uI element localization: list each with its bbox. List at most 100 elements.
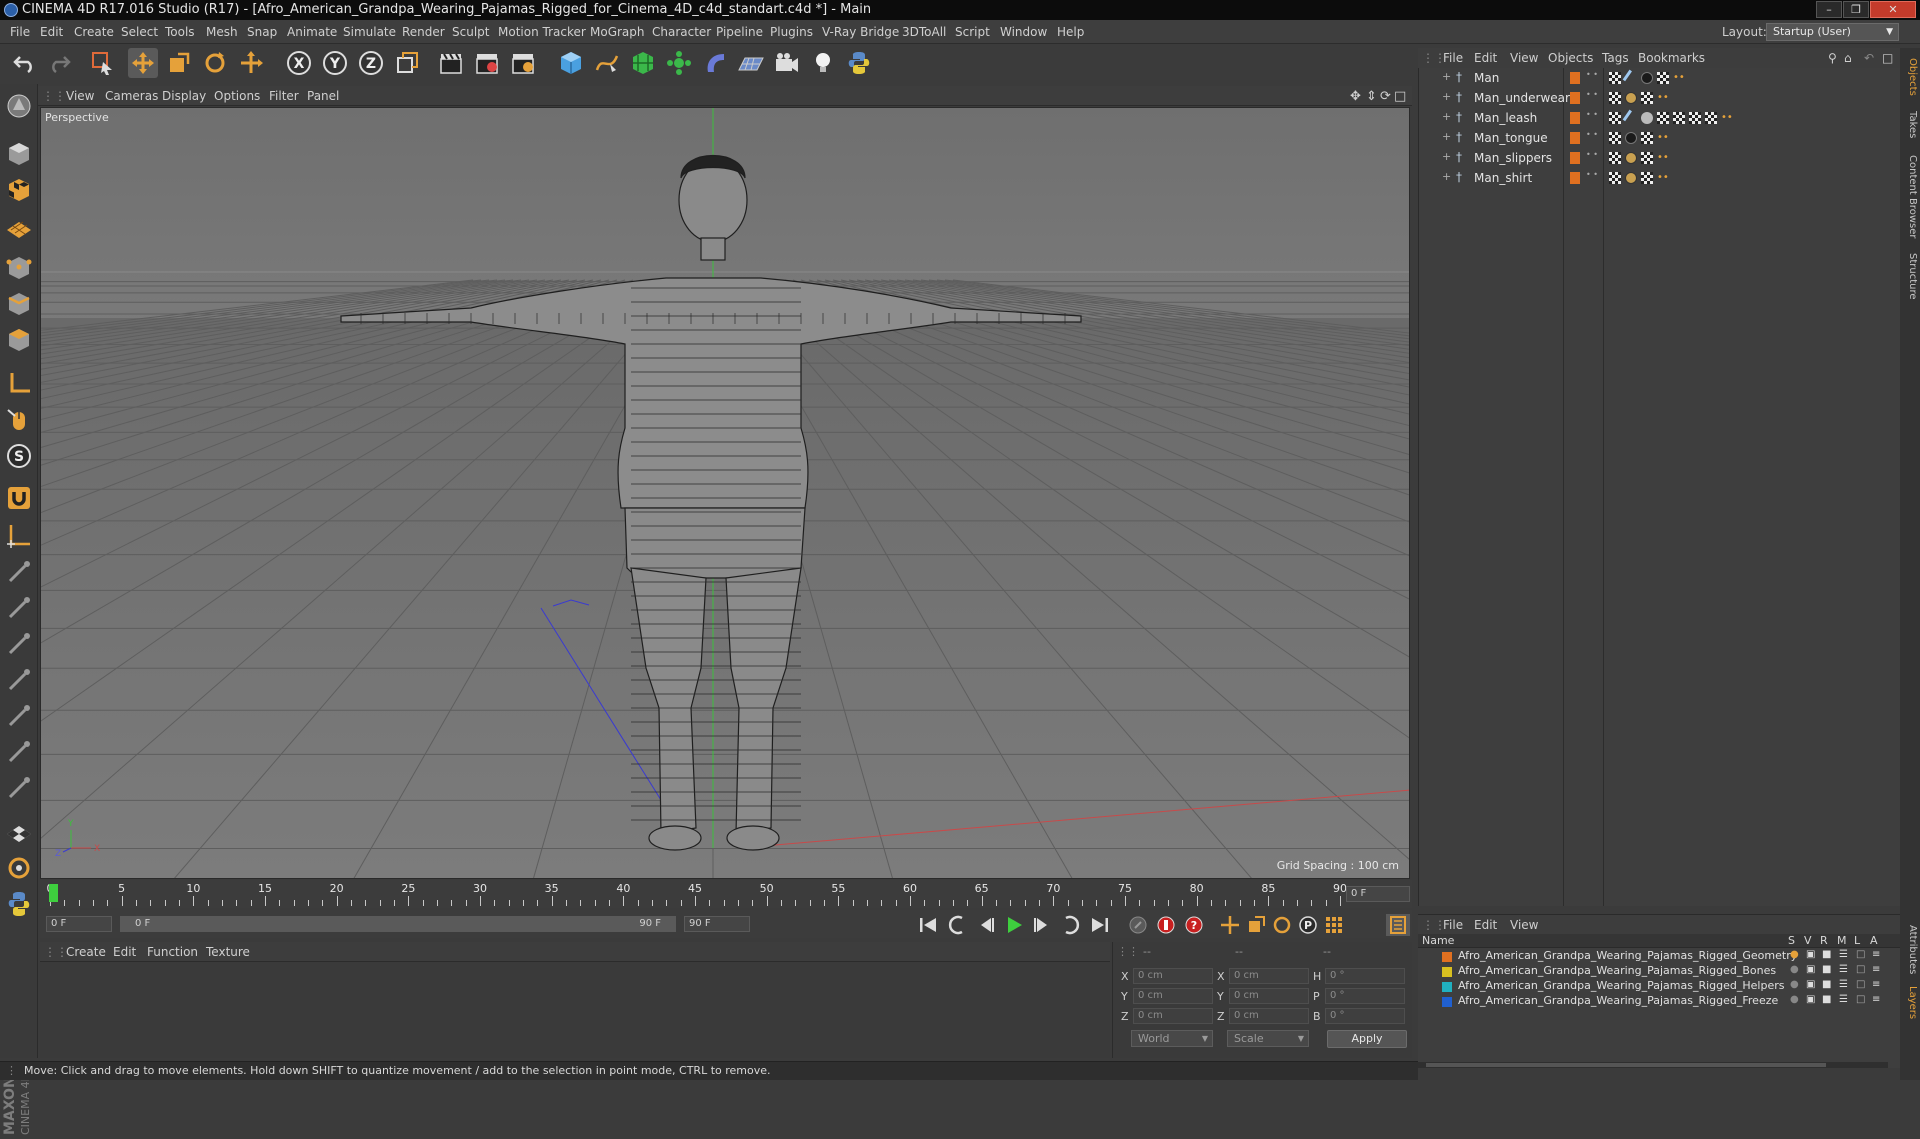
playhead-marker[interactable] (49, 884, 58, 902)
material-tag-icon[interactable] (1625, 172, 1637, 184)
menu-file[interactable]: File (10, 25, 30, 39)
tab-takes[interactable]: Takes (1902, 106, 1918, 144)
menu-edit[interactable]: Edit (40, 25, 63, 39)
animation-toggle-icon[interactable]: ≡ (1872, 949, 1880, 960)
viewport-menu-display[interactable]: Display (162, 89, 206, 103)
viewport-maximize-icon[interactable]: □ (1394, 89, 1406, 104)
expand-icon[interactable]: + (1442, 70, 1451, 83)
object-name[interactable]: Man_shirt (1474, 171, 1532, 185)
material-tag-icon[interactable] (1625, 132, 1637, 144)
brush-tool-6-button[interactable] (3, 736, 35, 768)
start-frame-field[interactable]: 0 F (46, 916, 112, 932)
object-menu-edit[interactable]: Edit (1474, 51, 1497, 65)
size-z-field[interactable]: 0 cm (1229, 1008, 1309, 1024)
animation-toggle-icon[interactable]: ≡ (1872, 994, 1880, 1005)
menu-motion-tracker[interactable]: Motion Tracker (498, 25, 586, 39)
redo-button[interactable] (44, 48, 74, 78)
texture-tag-icon[interactable] (1689, 112, 1701, 124)
lock-toggle-icon[interactable]: □ (1856, 979, 1865, 990)
viewport-menu-filter[interactable]: Filter (269, 89, 299, 103)
visibility-dots-icon[interactable]: • • (1586, 171, 1598, 179)
deformer-button[interactable] (700, 48, 730, 78)
tab-layers[interactable]: Layers (1902, 982, 1918, 1024)
menu-plugins[interactable]: Plugins (770, 25, 813, 39)
lock-toggle-icon[interactable]: □ (1856, 949, 1865, 960)
menu-help[interactable]: Help (1057, 25, 1084, 39)
menu-snap[interactable]: Snap (247, 25, 277, 39)
solo-toggle-icon[interactable]: ● (1790, 994, 1799, 1005)
points-mode-button[interactable] (3, 252, 35, 284)
transform-tool-button[interactable] (236, 48, 266, 78)
view-toggle-icon[interactable]: ▣ (1806, 994, 1815, 1005)
view-toggle-icon[interactable]: ▣ (1806, 949, 1815, 960)
previous-keyframe-button[interactable] (946, 914, 970, 936)
key-pla-button[interactable] (1322, 914, 1346, 936)
object-row[interactable]: + † Man_shirt • • •• (1419, 168, 1899, 188)
object-row[interactable]: + † Man_slippers • • •• (1419, 148, 1899, 168)
layer-menu-view[interactable]: View (1510, 918, 1538, 932)
layer-name[interactable]: Afro_American_Grandpa_Wearing_Pajamas_Ri… (1458, 964, 1776, 977)
paint-tool-button[interactable] (3, 852, 35, 884)
workplane-mode-button[interactable] (3, 210, 35, 242)
rot-h-field[interactable]: 0 ° (1325, 968, 1405, 984)
brush-tool-1-button[interactable] (3, 556, 35, 588)
object-name[interactable]: Man_slippers (1474, 151, 1552, 165)
view-toggle-icon[interactable]: ▣ (1806, 964, 1815, 975)
texture-tag-icon[interactable] (1641, 92, 1653, 104)
viewport-move-icon[interactable]: ✥ (1350, 89, 1361, 104)
menu-mesh[interactable]: Mesh (206, 25, 238, 39)
menu-tools[interactable]: Tools (165, 25, 195, 39)
material-menu-edit[interactable]: Edit (113, 945, 136, 959)
rot-b-field[interactable]: 0 ° (1325, 1008, 1405, 1024)
layout-dropdown[interactable]: Startup (User) ▼ (1766, 23, 1899, 41)
preview-range-slider[interactable]: 0 F 90 F (120, 916, 676, 932)
object-row[interactable]: + † Man_leash • • •• (1419, 108, 1899, 128)
array-mograph-button[interactable] (664, 48, 694, 78)
keyframe-selection-button[interactable]: ? (1182, 914, 1206, 936)
layer-row[interactable]: Afro_American_Grandpa_Wearing_Pajamas_Ri… (1418, 949, 1888, 964)
viewport-zoom-icon[interactable]: ⇕ (1366, 89, 1377, 104)
spline-pen-button[interactable] (592, 48, 622, 78)
menu-select[interactable]: Select (121, 25, 158, 39)
brush-tool-3-button[interactable] (3, 628, 35, 660)
brush-tool-4-button[interactable] (3, 664, 35, 696)
menu-mograph[interactable]: MoGraph (590, 25, 645, 39)
camera-object-button[interactable] (772, 48, 802, 78)
uv-checker-button[interactable] (3, 816, 35, 848)
layer-color-swatch[interactable] (1570, 172, 1580, 184)
weight-tag-icon[interactable] (1622, 109, 1640, 127)
render-toggle-icon[interactable]: ■ (1822, 994, 1831, 1005)
current-frame-field[interactable]: 0 F (1346, 886, 1410, 902)
material-list-area[interactable] (40, 962, 1110, 1058)
object-name[interactable]: Man_leash (1474, 111, 1537, 125)
next-keyframe-button[interactable] (1058, 914, 1082, 936)
more-tags-icon[interactable]: •• (1657, 152, 1669, 164)
layer-color-swatch[interactable] (1442, 967, 1452, 977)
material-tag-icon[interactable] (1625, 92, 1637, 104)
visibility-dots-icon[interactable]: • • (1586, 151, 1598, 159)
render-toggle-icon[interactable]: ■ (1822, 979, 1831, 990)
snap-settings-button[interactable] (3, 520, 35, 552)
material-menu-create[interactable]: Create (66, 945, 106, 959)
next-frame-button[interactable] (1030, 914, 1054, 936)
timeline-window-button[interactable] (1386, 914, 1410, 936)
visibility-dots-icon[interactable]: • • (1586, 71, 1598, 79)
y-axis-lock-button[interactable]: Y (320, 48, 350, 78)
subdivision-surface-button[interactable] (628, 48, 658, 78)
material-menu-function[interactable]: Function (147, 945, 198, 959)
layer-color-swatch[interactable] (1442, 997, 1452, 1007)
layer-row[interactable]: Afro_American_Grandpa_Wearing_Pajamas_Ri… (1418, 964, 1888, 979)
solo-toggle-icon[interactable]: ● (1790, 979, 1799, 990)
expand-icon[interactable]: + (1442, 110, 1451, 123)
close-button[interactable]: ✕ (1870, 1, 1916, 18)
key-scale-button[interactable] (1244, 914, 1268, 936)
menu-create[interactable]: Create (74, 25, 114, 39)
layer-scrollbar-thumb[interactable] (1426, 1063, 1826, 1067)
python-console-button[interactable] (3, 888, 35, 920)
end-frame-field[interactable]: 90 F (684, 916, 750, 932)
go-to-end-button[interactable] (1088, 914, 1112, 936)
floor-object-button[interactable] (736, 48, 766, 78)
material-tag-icon[interactable] (1641, 112, 1653, 124)
axis-mode-button[interactable] (3, 368, 35, 400)
texture-tag-icon[interactable] (1609, 92, 1621, 104)
